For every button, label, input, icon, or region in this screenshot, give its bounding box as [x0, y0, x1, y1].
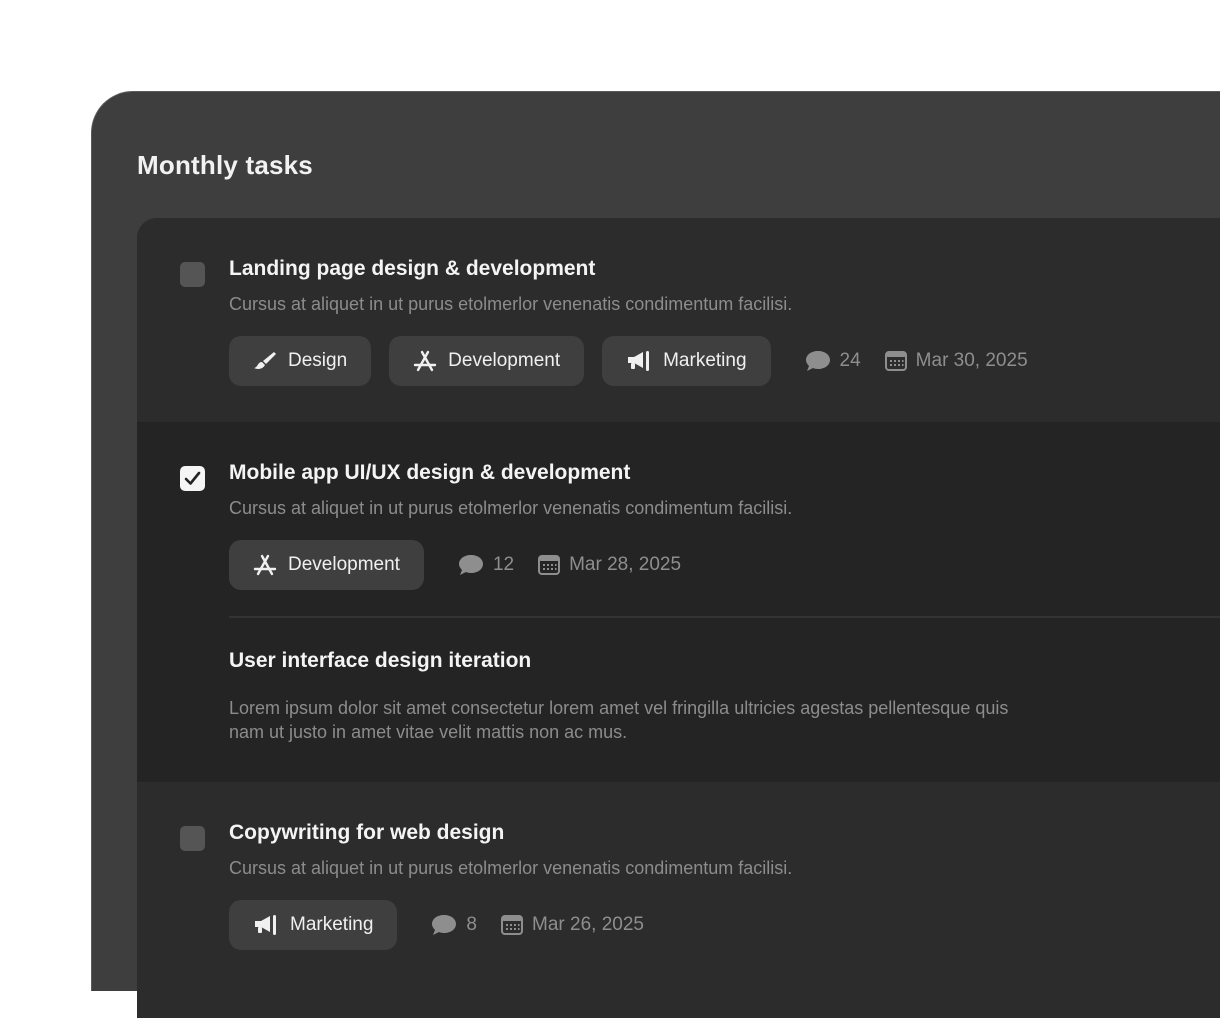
- comment-icon: [805, 350, 831, 372]
- task-meta: Development 12 Mar 28, 2025: [229, 540, 681, 590]
- page-title: Monthly tasks: [137, 150, 313, 180]
- task-description: Cursus at aliquet in ut purus etolmerlor…: [229, 858, 793, 878]
- tag-label: Design: [288, 350, 348, 371]
- tag-label: Development: [288, 554, 400, 575]
- task-meta: Design Development Marketing 24 Mar 30, …: [229, 336, 1028, 386]
- task-title: Copywriting for web design: [229, 821, 505, 844]
- task-checkbox[interactable]: [180, 466, 205, 491]
- app-store-icon: [253, 554, 277, 576]
- task-title: Mobile app UI/UX design & development: [229, 461, 631, 484]
- due-date: Mar 30, 2025: [884, 350, 1028, 372]
- comment-count-value: 24: [839, 350, 861, 371]
- task-item-mobile-app[interactable]: Mobile app UI/UX design & development Cu…: [137, 422, 1220, 782]
- calendar-icon: [501, 915, 523, 935]
- tag-label: Development: [448, 350, 561, 371]
- comment-count[interactable]: 24: [805, 350, 861, 372]
- task-item-copywriting[interactable]: Copywriting for web design Cursus at ali…: [137, 782, 1220, 1018]
- task-description: Cursus at aliquet in ut purus etolmerlor…: [229, 294, 793, 314]
- brush-icon: [253, 351, 277, 371]
- megaphone-icon: [626, 350, 652, 372]
- task-title: Landing page design & development: [229, 257, 596, 280]
- due-date-value: Mar 30, 2025: [915, 350, 1028, 371]
- calendar-icon: [884, 351, 907, 371]
- task-item-landing-page[interactable]: Landing page design & development Cursus…: [137, 218, 1220, 422]
- tag-development[interactable]: Development: [389, 336, 585, 386]
- subtask-divider: [229, 616, 1220, 618]
- comment-count[interactable]: 12: [458, 554, 514, 576]
- task-checkbox[interactable]: [180, 262, 205, 287]
- tag-marketing[interactable]: Marketing: [229, 900, 398, 950]
- comment-icon: [431, 914, 457, 936]
- app-store-icon: [413, 350, 437, 372]
- due-date-value: Mar 28, 2025: [569, 554, 682, 575]
- checkmark-icon: [184, 471, 201, 485]
- tag-development[interactable]: Development: [229, 540, 424, 590]
- task-meta: Marketing 8 Mar 26, 2025: [229, 900, 644, 950]
- due-date: Mar 28, 2025: [538, 554, 681, 576]
- subtask-description: Lorem ipsum dolor sit amet consectetur l…: [229, 698, 1009, 742]
- comment-count-value: 12: [492, 554, 515, 575]
- comment-count-value: 8: [466, 914, 477, 935]
- comment-icon: [458, 554, 484, 576]
- task-description: Cursus at aliquet in ut purus etolmerlor…: [229, 498, 793, 518]
- task-window: Monthly tasks Landing page design & deve…: [91, 91, 1220, 1018]
- due-date: Mar 26, 2025: [501, 914, 644, 936]
- task-list: Landing page design & development Cursus…: [137, 218, 1220, 1018]
- tag-label: Marketing: [290, 914, 374, 935]
- subtask-title[interactable]: User interface design iteration: [229, 649, 531, 673]
- calendar-icon: [538, 555, 561, 575]
- megaphone-icon: [253, 914, 279, 936]
- comment-count[interactable]: 8: [431, 914, 477, 936]
- task-checkbox[interactable]: [180, 826, 205, 851]
- tag-design[interactable]: Design: [229, 336, 372, 386]
- tag-label: Marketing: [663, 350, 747, 371]
- due-date-value: Mar 26, 2025: [532, 914, 644, 935]
- tag-marketing[interactable]: Marketing: [602, 336, 771, 386]
